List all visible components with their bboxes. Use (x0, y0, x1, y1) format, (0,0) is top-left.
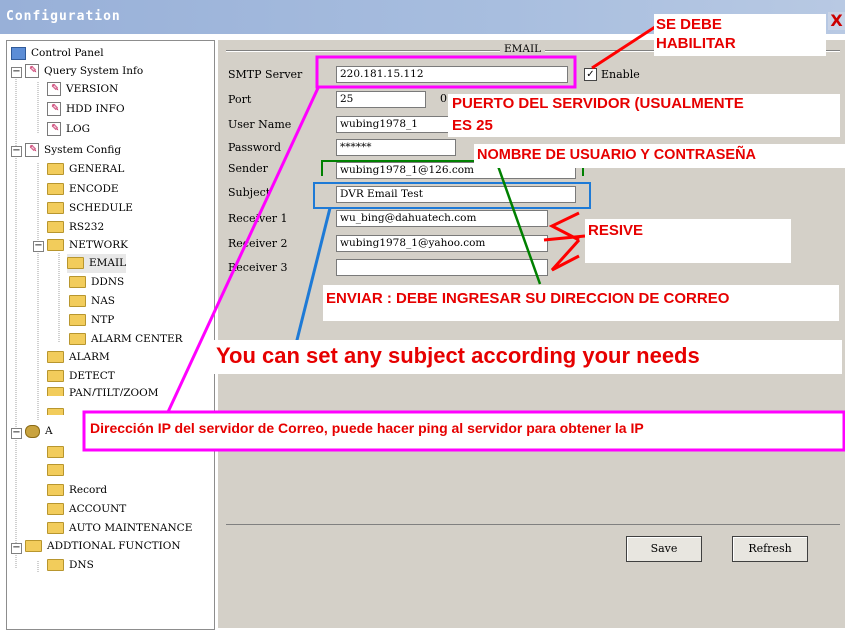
se-debe-note-2: HABILITAR (656, 35, 736, 52)
subject-note: You can set any subject according your n… (216, 343, 700, 368)
subject-highlight-box (313, 182, 591, 209)
subject-pointer-line (293, 207, 332, 349)
puerto-note-2: ES 25 (452, 117, 493, 134)
se-debe-note-1: SE DEBE (656, 16, 722, 33)
nombre-note: NOMBRE DE USUARIO Y CONTRASEÑA (477, 147, 757, 163)
receiver-arrow-3 (550, 238, 581, 272)
smtp-highlight-box (315, 55, 577, 89)
enable-pointer-line (591, 25, 656, 70)
ip-note: Dirección IP del servidor de Correo, pue… (90, 420, 644, 436)
enviar-note: ENVIAR : DEBE INGRESAR SU DIRECCION DE C… (326, 290, 730, 307)
resive-note: RESIVE (588, 222, 644, 239)
puerto-note-1: PUERTO DEL SERVIDOR (USUALMENTE (452, 95, 744, 112)
